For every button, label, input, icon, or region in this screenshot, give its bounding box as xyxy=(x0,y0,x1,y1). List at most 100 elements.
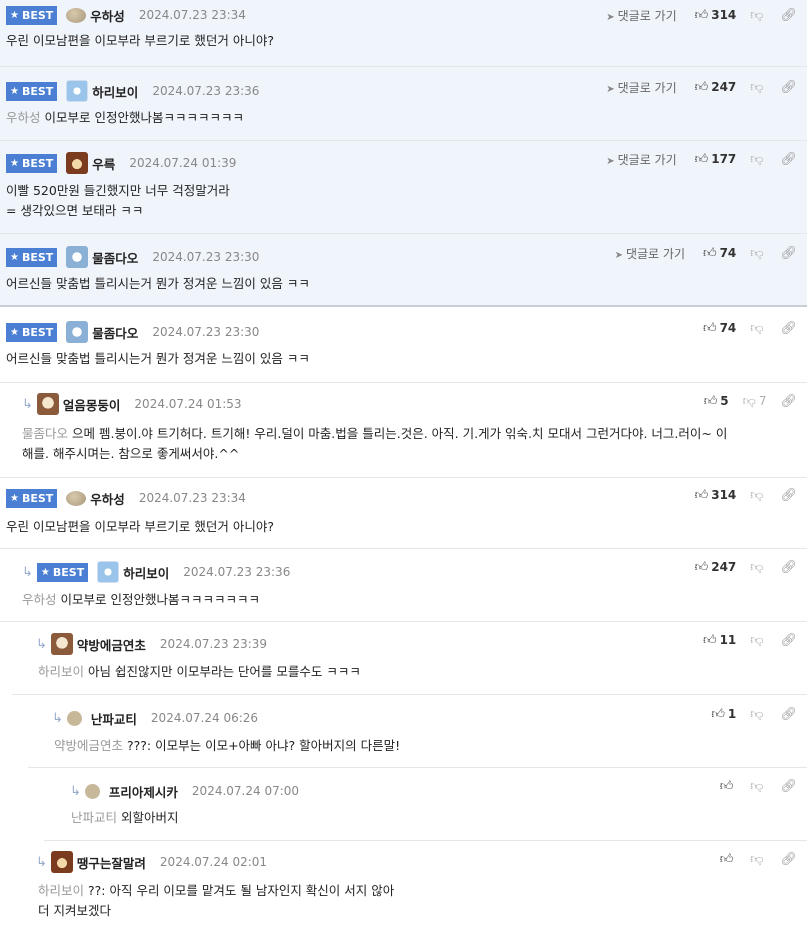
comment-author[interactable]: 하리보이 xyxy=(92,82,138,101)
share-link-icon[interactable]: 🔗︎ xyxy=(780,246,797,261)
avatar[interactable] xyxy=(66,7,87,23)
comment-author[interactable]: 약방에금연초 xyxy=(77,635,146,654)
mention-link[interactable]: 하리보이 xyxy=(38,664,84,679)
goto-comment-link[interactable]: ➤ 댓글로 가기 xyxy=(615,245,685,262)
star-icon: ★ xyxy=(40,566,50,578)
avatar[interactable] xyxy=(66,321,89,343)
share-link-icon[interactable]: 🔗︎ xyxy=(780,488,797,503)
avatar[interactable] xyxy=(66,490,87,506)
reply-arrow-icon: ↳ xyxy=(52,710,63,726)
goto-comment-link[interactable]: ➤ 댓글로 가기 xyxy=(606,79,676,96)
comment-item: ↳ 프리아제시카 2024.07.24 07:00 👍︎ 👎︎ 🔗︎ 난파교티 외… xyxy=(44,768,807,841)
comment-body: 우하성 이모부로 인정안했나봄ㅋㅋㅋㅋㅋㅋㅋ xyxy=(6,110,244,125)
avatar[interactable] xyxy=(84,783,100,799)
comment-date: 2024.07.23 23:36 xyxy=(152,84,260,98)
thumbs-down-icon: 👎︎ xyxy=(750,7,764,23)
thumbs-down-icon: 👎︎ xyxy=(750,706,764,722)
comment-author[interactable]: 우하성 xyxy=(90,489,125,508)
reply-arrow-icon: ↳ xyxy=(36,636,47,652)
comment-body: 약방에금연초???: 이모부는 이모+아빠 아냐? 할아버지의 다른말! xyxy=(54,738,401,753)
thumbs-up-icon: 👍︎ xyxy=(694,559,709,575)
like-button[interactable]: 👍︎ 247 xyxy=(695,80,737,95)
avatar[interactable] xyxy=(50,851,73,873)
comment-date: 2024.07.23 23:39 xyxy=(159,637,268,651)
mention-link[interactable]: 난파교티 xyxy=(71,810,117,825)
like-button[interactable]: 👍︎ 314 xyxy=(695,8,737,23)
dislike-button[interactable]: 👎︎ xyxy=(750,633,766,648)
avatar[interactable] xyxy=(66,152,89,174)
mention-link[interactable]: 우하성 xyxy=(22,592,57,607)
comment-author[interactable]: 땡구는잘말려 xyxy=(77,853,146,872)
comment-body: 물좀다오 으메 펨.붕이.야 트기허다. 트기해! 우리.덜이 마춤.법을 틀리는… xyxy=(22,426,728,461)
comment-item: ↳ 얼음몽둥이 2024.07.24 01:53 👍︎ 5 👎︎ 7 🔗︎ 물좀다오… xyxy=(0,383,807,478)
share-link-icon[interactable]: 🔗︎ xyxy=(780,633,797,648)
dislike-button[interactable]: 👎︎ xyxy=(750,779,766,794)
like-button[interactable]: 👍︎ 1 xyxy=(711,707,736,722)
avatar[interactable] xyxy=(66,710,82,726)
dislike-button[interactable]: 👎︎ xyxy=(750,560,766,575)
thumbs-down-icon: 👎︎ xyxy=(750,245,764,261)
share-link-icon[interactable]: 🔗︎ xyxy=(780,852,797,867)
like-button[interactable]: 👍︎ 74 xyxy=(703,246,736,261)
thumbs-down-icon: 👎︎ xyxy=(750,79,764,95)
dislike-button[interactable]: 👎︎ xyxy=(750,321,766,336)
dislike-button[interactable]: 👎︎ xyxy=(750,8,766,23)
reply-arrow-icon: ↳ xyxy=(22,564,33,580)
goto-comment-link[interactable]: ➤ 댓글로 가기 xyxy=(606,7,676,24)
share-link-icon[interactable]: 🔗︎ xyxy=(780,152,797,167)
avatar[interactable] xyxy=(97,561,120,583)
share-link-icon[interactable]: 🔗︎ xyxy=(780,560,797,575)
share-link-icon[interactable]: 🔗︎ xyxy=(780,321,797,336)
avatar[interactable] xyxy=(66,80,89,102)
comment-author[interactable]: 물좀다오 xyxy=(92,323,138,342)
thumbs-down-icon: 👎︎ xyxy=(742,393,756,409)
like-button[interactable]: 👍︎ 177 xyxy=(695,152,737,167)
dislike-button[interactable]: 👎︎ 7 xyxy=(743,394,767,409)
like-button[interactable]: 👍︎ 314 xyxy=(695,488,737,503)
like-button[interactable]: 👍︎ 247 xyxy=(695,560,737,575)
comment-author[interactable]: 하리보이 xyxy=(123,563,169,582)
thumbs-down-icon: 👎︎ xyxy=(750,151,764,167)
comment-author[interactable]: 물좀다오 xyxy=(92,248,138,267)
comment-item: ★ BEST 우륵 2024.07.24 01:39 ➤ 댓글로 가기 👍︎ 177 … xyxy=(0,141,807,234)
dislike-button[interactable]: 👎︎ xyxy=(750,488,766,503)
comment-author[interactable]: 프리아제시카 xyxy=(109,782,178,801)
star-icon: ★ xyxy=(10,492,19,504)
comment-author[interactable]: 우륵 xyxy=(92,154,115,173)
dislike-button[interactable]: 👎︎ xyxy=(750,852,766,867)
comment-date: 2024.07.23 23:34 xyxy=(138,8,246,22)
share-link-icon[interactable]: 🔗︎ xyxy=(780,80,797,95)
share-link-icon[interactable]: 🔗︎ xyxy=(780,394,797,409)
mention-link[interactable]: 우하성 xyxy=(6,110,41,125)
like-button[interactable]: 👍︎ xyxy=(720,852,737,867)
avatar[interactable] xyxy=(36,393,59,415)
share-link-icon[interactable]: 🔗︎ xyxy=(780,779,797,794)
dislike-button[interactable]: 👎︎ xyxy=(750,246,766,261)
navigate-arrow-icon: ➤ xyxy=(606,155,615,167)
goto-comment-link[interactable]: ➤ 댓글로 가기 xyxy=(606,151,676,168)
like-button[interactable]: 👍︎ 11 xyxy=(703,633,736,648)
reply-arrow-icon: ↳ xyxy=(36,854,47,870)
mention-link[interactable]: 약방에금연초 xyxy=(54,738,123,753)
like-button[interactable]: 👍︎ 74 xyxy=(703,321,736,336)
comment-body: 우하성 이모부로 인정안했나봄ㅋㅋㅋㅋㅋㅋㅋ xyxy=(22,592,260,607)
avatar[interactable] xyxy=(50,633,73,655)
comment-body: 하리보이 아님 쉽진않지만 이모부라는 단어를 모를수도 ㅋㅋㅋ xyxy=(38,664,361,679)
mention-link[interactable]: 물좀다오 xyxy=(22,426,68,441)
navigate-arrow-icon: ➤ xyxy=(606,11,615,23)
dislike-button[interactable]: 👎︎ xyxy=(750,707,766,722)
comment-author[interactable]: 우하성 xyxy=(90,6,125,25)
thumbs-up-icon: 👍︎ xyxy=(711,706,725,722)
comment-date: 2024.07.24 07:00 xyxy=(191,784,300,798)
mention-link[interactable]: 하리보이 xyxy=(38,883,84,898)
dislike-button[interactable]: 👎︎ xyxy=(750,152,766,167)
dislike-button[interactable]: 👎︎ xyxy=(750,80,766,95)
avatar[interactable] xyxy=(66,246,89,268)
like-button[interactable]: 👍︎ xyxy=(720,779,737,794)
share-link-icon[interactable]: 🔗︎ xyxy=(780,707,797,722)
comment-author[interactable]: 난파교티 xyxy=(91,709,137,728)
like-button[interactable]: 👍︎ 5 xyxy=(704,394,729,409)
share-link-icon[interactable]: 🔗︎ xyxy=(780,8,797,23)
comment-item: ↳ ★ BEST 하리보이 2024.07.23 23:36 👍︎ 247 👎︎ 🔗… xyxy=(0,549,807,622)
comment-author[interactable]: 얼음몽둥이 xyxy=(63,395,121,414)
